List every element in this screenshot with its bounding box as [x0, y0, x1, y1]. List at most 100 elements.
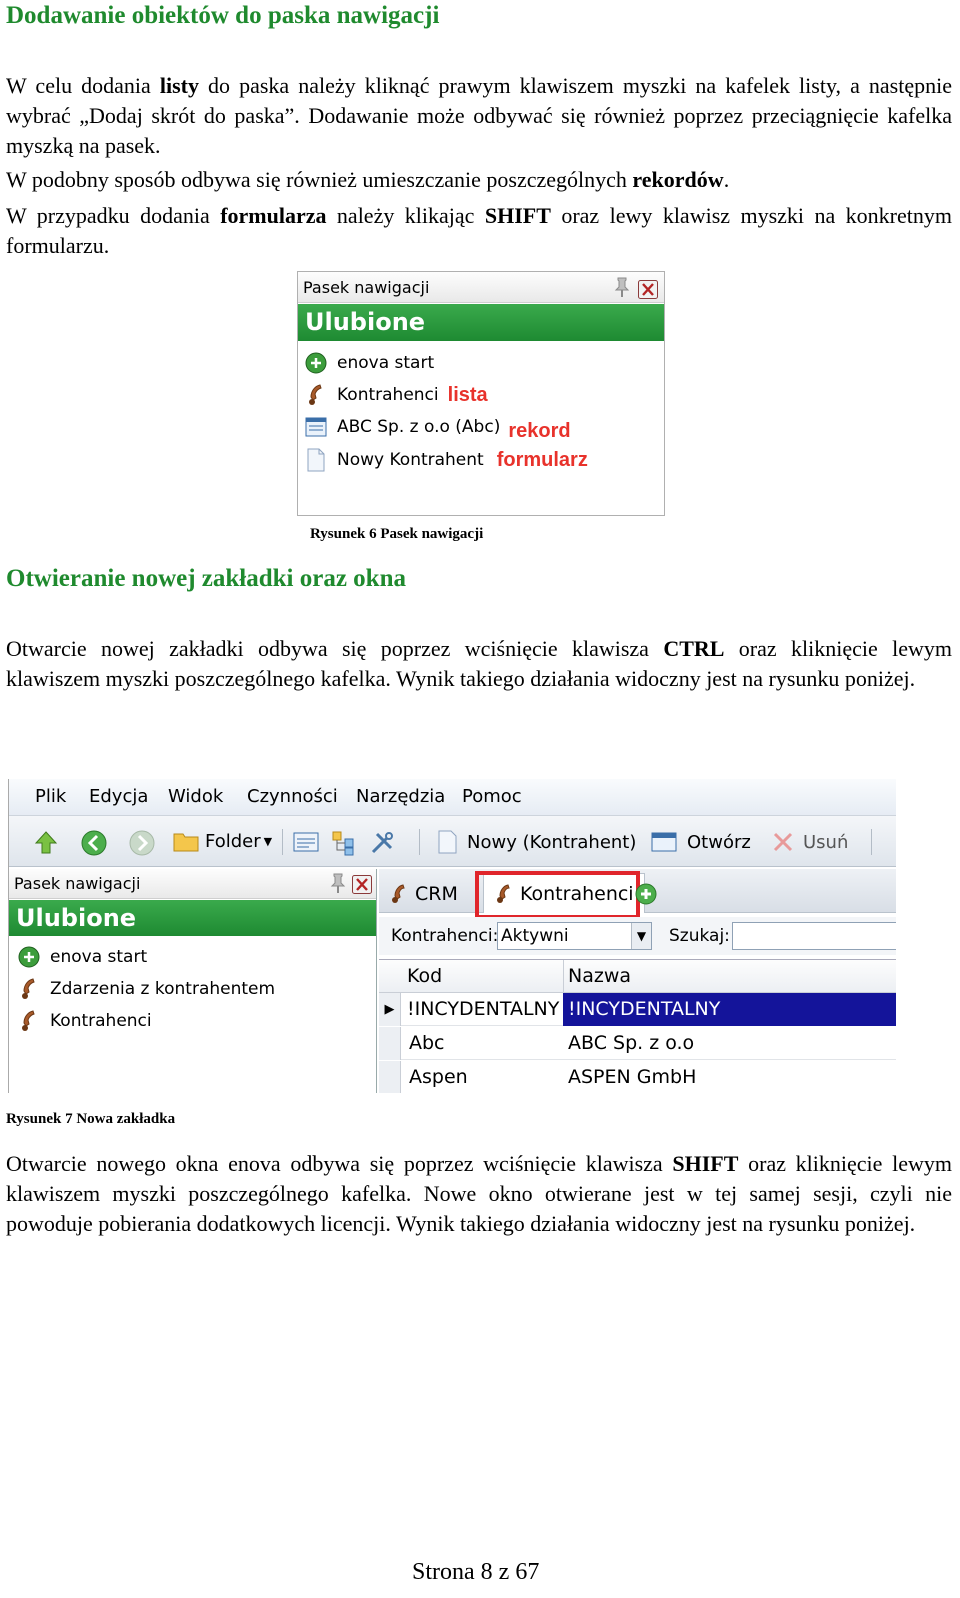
- menu-bar: Plik Edycja Widok Czynności Narzędzia Po…: [9, 779, 896, 815]
- row-selector: [379, 1061, 401, 1093]
- menu-czynnosci[interactable]: Czynności: [247, 779, 338, 815]
- paragraph: W podobny sposób odbywa się również umie…: [6, 165, 952, 195]
- filter-bar: Kontrahenci: Aktywni ▼ Szukaj:: [379, 917, 896, 955]
- back-icon[interactable]: [81, 830, 107, 861]
- nav-item-events[interactable]: Zdarzenia z kontrahentem: [17, 975, 275, 1003]
- tab-highlight-frame: [475, 871, 640, 919]
- cell-kod: !INCYDENTALNY: [407, 998, 560, 1020]
- search-label: Szukaj:: [669, 926, 730, 946]
- table-row[interactable]: Aspen ASPEN GmbH: [379, 1061, 896, 1093]
- nav-item-kontrahenci[interactable]: Kontrahenci lista: [304, 381, 488, 409]
- favorites-header[interactable]: Ulubione: [298, 304, 664, 341]
- tree-icon[interactable]: [331, 830, 357, 861]
- cell-kod: Aspen: [409, 1066, 468, 1088]
- tab-crm[interactable]: CRM: [389, 875, 458, 913]
- content-pane: CRM Kontrahenci Kontrahenci: Aktywni ▼ S…: [379, 869, 896, 1093]
- delete-button[interactable]: Usuń: [771, 830, 848, 854]
- bold-text: SHIFT: [484, 203, 551, 228]
- delete-button-label: Usuń: [803, 831, 849, 853]
- panel-title: Pasek nawigacji: [303, 278, 430, 297]
- text: W podobny sposób odbywa się również umie…: [6, 167, 633, 192]
- toolbar-separator: [419, 829, 420, 855]
- bold-text: formularza: [220, 203, 327, 228]
- open-button[interactable]: Otwórz: [651, 830, 751, 854]
- panel-title: Pasek nawigacji: [14, 874, 141, 893]
- nav-item-label: Nowy Kontrahent: [337, 450, 484, 470]
- table-row[interactable]: ▶ !INCYDENTALNY !INCYDENTALNY: [379, 993, 896, 1026]
- favorites-header[interactable]: Ulubione: [9, 900, 376, 936]
- bold-text: listy: [159, 73, 199, 98]
- tab-bar: CRM Kontrahenci: [379, 869, 896, 919]
- tools-icon[interactable]: [369, 830, 395, 861]
- figure-navigation-panel: Pasek nawigacji Ulubione enova start Kon…: [297, 271, 665, 516]
- paragraph: W przypadku dodania formularza należy kl…: [6, 201, 952, 261]
- text: należy klikając: [326, 203, 485, 228]
- grid-header: Kod Nazwa: [379, 960, 896, 993]
- paragraph: Otwarcie nowej zakładki odbywa się poprz…: [6, 634, 952, 694]
- up-arrow-icon[interactable]: [33, 830, 59, 861]
- contractors-grid: Kod Nazwa ▶ !INCYDENTALNY !INCYDENTALNY …: [379, 959, 896, 1093]
- search-input[interactable]: [732, 922, 896, 950]
- annotation-rekord: rekord: [508, 420, 571, 442]
- nav-item-label: Kontrahenci: [337, 385, 439, 405]
- chevron-down-icon: ▼: [631, 923, 651, 949]
- menu-plik[interactable]: Plik: [35, 779, 66, 815]
- column-divider: [563, 960, 564, 993]
- forward-icon[interactable]: [129, 830, 155, 861]
- bold-text: rekordów: [632, 167, 724, 192]
- filter-label: Kontrahenci:: [391, 926, 499, 946]
- annotation-lista: lista: [447, 384, 488, 406]
- navigation-panel: Pasek nawigacji Ulubione enova start Zda…: [9, 869, 377, 1093]
- phone-icon: [17, 1009, 41, 1033]
- annotation-formularz: formularz: [496, 449, 588, 471]
- text: W celu dodania: [6, 73, 160, 98]
- cell-nazwa: ASPEN GmbH: [568, 1066, 697, 1088]
- row-pointer-icon: ▶: [379, 993, 401, 1026]
- form-icon[interactable]: [293, 830, 319, 859]
- menu-widok[interactable]: Widok: [168, 779, 223, 815]
- panel-titlebar: Pasek nawigacji: [298, 272, 664, 303]
- toolbar: Folder ▼ Nowy (Kontrahent) Otwórz Usuń: [9, 815, 896, 867]
- toolbar-separator: [282, 829, 283, 855]
- folder-icon: [173, 833, 199, 852]
- nav-item-abc-record[interactable]: ABC Sp. z o.o (Abc) rekord: [304, 413, 571, 442]
- panel-titlebar: Pasek nawigacji: [9, 869, 376, 899]
- nav-item-label: ABC Sp. z o.o (Abc): [337, 417, 501, 437]
- new-contractor-button[interactable]: Nowy (Kontrahent): [437, 830, 636, 854]
- enova-icon: [17, 945, 41, 969]
- phone-icon: [304, 383, 328, 407]
- text: W przypadku dodania: [6, 203, 221, 228]
- add-tab-icon[interactable]: [635, 883, 657, 909]
- menu-pomoc[interactable]: Pomoc: [462, 779, 522, 815]
- filter-select[interactable]: Aktywni ▼: [497, 922, 652, 950]
- toolbar-separator: [871, 829, 872, 855]
- folder-button[interactable]: Folder ▼: [173, 830, 272, 852]
- nav-item-new-contractor[interactable]: Nowy Kontrahent formularz: [304, 446, 588, 474]
- table-row[interactable]: Abc ABC Sp. z o.o: [379, 1027, 896, 1060]
- bold-text: SHIFT: [672, 1151, 739, 1176]
- bold-text: CTRL: [663, 636, 725, 661]
- nav-item-label: Zdarzenia z kontrahentem: [50, 979, 276, 999]
- figure-caption: Rysunek 7 Nowa zakładka: [6, 1111, 176, 1127]
- figure-caption: Rysunek 6 Pasek nawigacji: [310, 526, 484, 542]
- nav-item-enova-start[interactable]: enova start: [304, 349, 434, 377]
- phone-icon: [17, 977, 41, 1001]
- menu-narzedzia[interactable]: Narzędzia: [356, 779, 445, 815]
- menu-edycja[interactable]: Edycja: [89, 779, 148, 815]
- enova-icon: [304, 351, 328, 375]
- nav-item-kontrahenci[interactable]: Kontrahenci: [17, 1007, 152, 1035]
- figure-new-tab-window: Plik Edycja Widok Czynności Narzędzia Po…: [8, 779, 896, 1093]
- phone-icon: [392, 884, 405, 903]
- new-document-icon: [438, 830, 457, 854]
- nav-item-enova-start[interactable]: enova start: [17, 943, 147, 971]
- document-icon: [304, 448, 328, 472]
- column-header-nazwa[interactable]: Nazwa: [568, 960, 631, 993]
- column-header-kod[interactable]: Kod: [407, 960, 442, 993]
- record-icon: [304, 415, 328, 439]
- nav-item-label: Kontrahenci: [50, 1011, 152, 1031]
- cell-kod: Abc: [409, 1032, 445, 1054]
- new-button-label: Nowy (Kontrahent): [467, 831, 637, 853]
- cell-nazwa: ABC Sp. z o.o: [568, 1032, 695, 1054]
- folder-label: Folder: [205, 830, 261, 852]
- text: .: [723, 167, 730, 192]
